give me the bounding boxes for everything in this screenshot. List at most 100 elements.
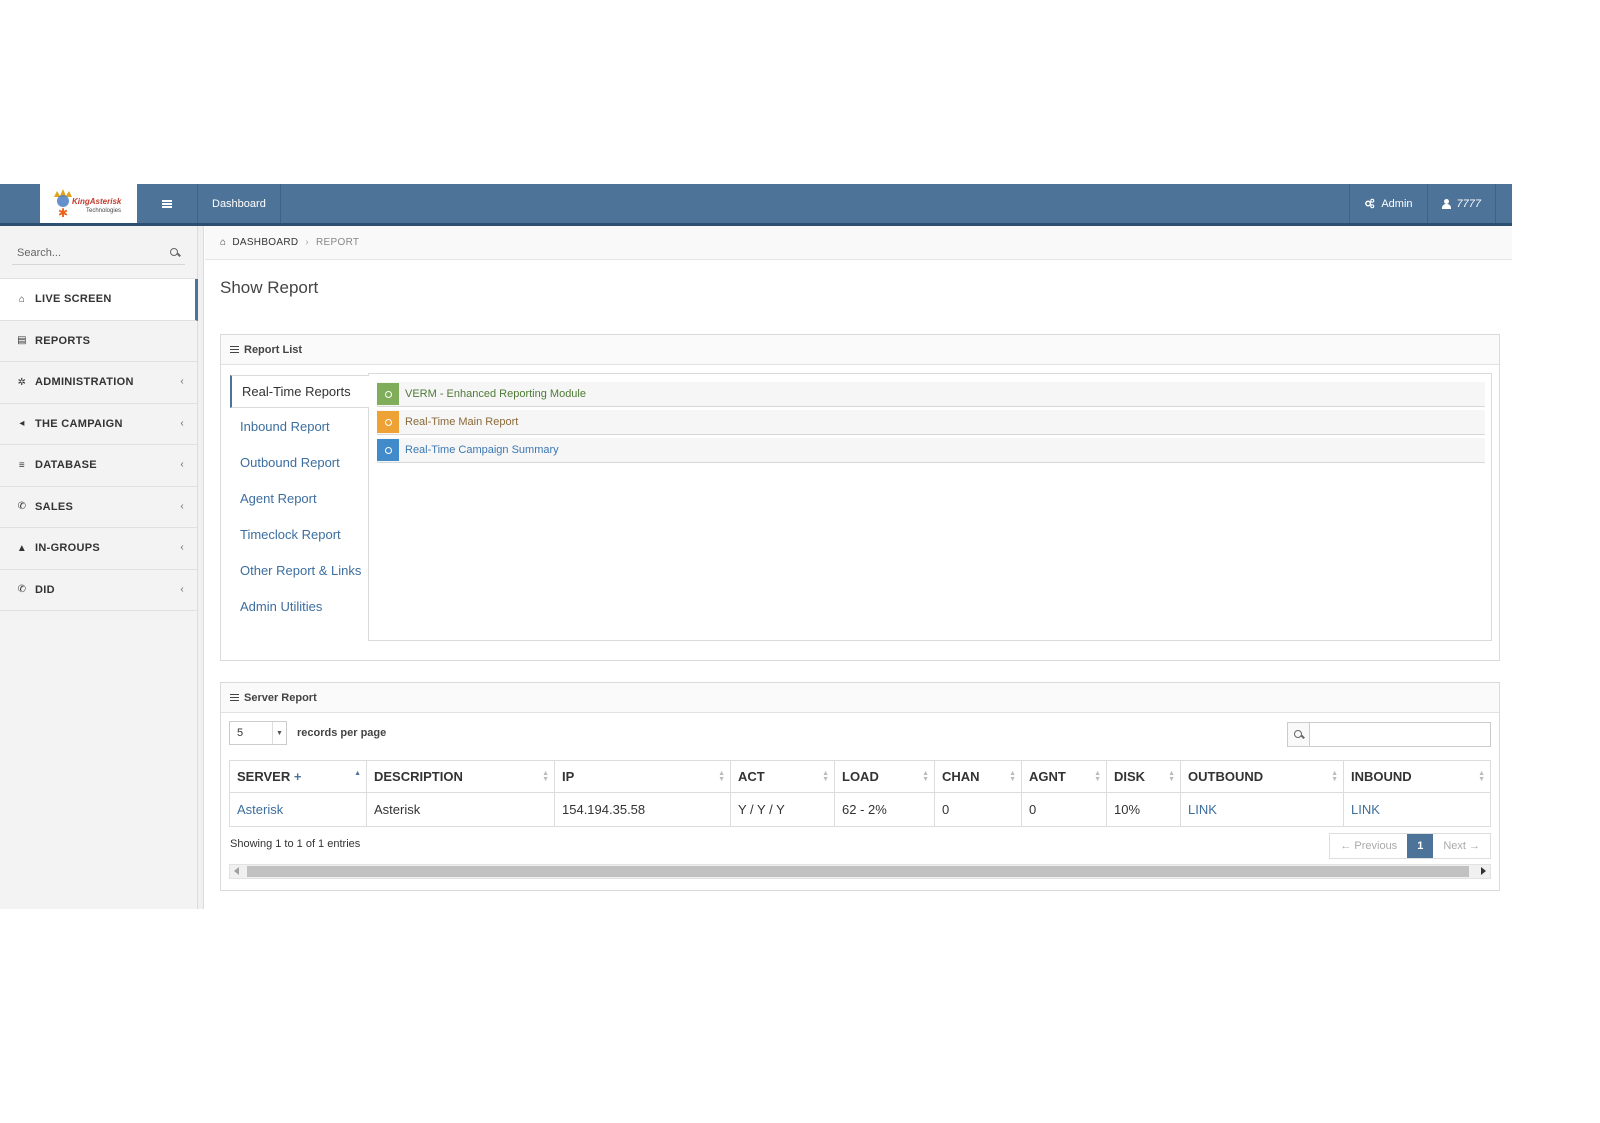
sidebar-item-label: IN-GROUPS <box>35 542 101 555</box>
scroll-right-icon[interactable] <box>1481 867 1486 875</box>
table-search-input[interactable] <box>1310 723 1490 746</box>
user-label: 7777 <box>1456 197 1481 210</box>
report-link-campaign-summary[interactable]: Real-Time Campaign Summary <box>377 438 1485 463</box>
svg-text:✱: ✱ <box>57 206 67 220</box>
scrollbar-thumb[interactable] <box>247 866 1469 877</box>
bullhorn-icon: ◂ <box>19 418 25 430</box>
server-report-title: Server Report <box>244 691 317 704</box>
tab-agent-report[interactable]: Agent Report <box>230 480 368 516</box>
list-icon <box>230 694 239 701</box>
column-header-outbound[interactable]: OUTBOUND ▲ ▼ <box>1180 760 1344 793</box>
home-icon: ⌂ <box>18 293 26 305</box>
admin-menu[interactable]: Admin <box>1349 184 1426 223</box>
tab-inbound-report[interactable]: Inbound Report <box>230 408 368 444</box>
breadcrumb-current: REPORT <box>316 237 360 248</box>
sort-asc-icon: ▲ <box>354 770 361 777</box>
page-title: Show Report <box>220 278 319 297</box>
report-link-verm[interactable]: VERM - Enhanced Reporting Module <box>377 382 1485 407</box>
cell-ip: 154.194.35.58 <box>554 792 731 827</box>
server-link[interactable]: Asterisk <box>237 802 283 817</box>
sidebar-item-database[interactable]: ≡ DATABASE ‹ <box>0 445 198 487</box>
report-links-list: VERM - Enhanced Reporting Module Real-Ti… <box>377 382 1485 466</box>
column-header-agnt[interactable]: AGNT ▲ ▼ <box>1021 760 1107 793</box>
table-row: Asterisk Asterisk 154.194.35.58 Y / Y / … <box>229 792 1491 827</box>
sidebar-resize-handle[interactable] <box>198 226 204 909</box>
horizontal-scrollbar[interactable] <box>229 864 1491 879</box>
outbound-link[interactable]: LINK <box>1188 802 1217 817</box>
sidebar-search <box>12 242 185 265</box>
phone-icon: ✆ <box>17 584 27 596</box>
nav-right: Admin 7777 <box>1349 184 1496 223</box>
cell-disk: 10% <box>1106 792 1181 827</box>
column-header-act[interactable]: ACT ▲ ▼ <box>730 760 835 793</box>
column-header-description[interactable]: DESCRIPTION ▲ ▼ <box>366 760 555 793</box>
chevron-left-icon: ‹ <box>180 376 184 387</box>
search-icon <box>1293 729 1304 740</box>
sidebar-search-input[interactable] <box>12 247 170 259</box>
sidebar-menu: ⌂ LIVE SCREEN ▤ REPORTS ✲ ADMINISTRATION… <box>0 278 198 611</box>
database-icon: ≡ <box>18 459 26 471</box>
previous-page-button[interactable]: ← Previous <box>1330 834 1407 858</box>
list-icon <box>230 346 239 353</box>
sort-icon: ▲ ▼ <box>542 770 549 783</box>
tab-other-report-links[interactable]: Other Report & Links <box>230 552 368 588</box>
sort-icon: ▲ ▼ <box>822 770 829 783</box>
table-header-row: SERVER + ▲ DESCRIPTION ▲ ▼ IP ▲ ▼ ACT ▲ ▼ LOAD ▲… <box>229 760 1491 793</box>
column-label: LOAD <box>842 769 879 784</box>
sort-icon: ▲ ▼ <box>718 770 725 783</box>
tab-timeclock-report[interactable]: Timeclock Report <box>230 516 368 552</box>
report-link-label: Real-Time Main Report <box>405 416 519 428</box>
logo[interactable]: ✱ KingAsterisk Technologies <box>40 184 137 223</box>
cell-load: 62 - 2% <box>834 792 935 827</box>
column-header-server[interactable]: SERVER + ▲ <box>229 760 367 793</box>
report-link-label: Real-Time Campaign Summary <box>405 444 559 456</box>
column-header-disk[interactable]: DISK ▲ ▼ <box>1106 760 1181 793</box>
sidebar-item-label: SALES <box>35 500 74 513</box>
sidebar-item-sales[interactable]: ✆ SALES ‹ <box>0 487 198 528</box>
report-list-header: Report List <box>221 335 1499 365</box>
sidebar-item-administration[interactable]: ✲ ADMINISTRATION ‹ <box>0 362 198 404</box>
scroll-left-icon[interactable] <box>234 867 239 875</box>
caret-down-icon: ▼ <box>272 722 286 744</box>
sidebar-item-label: DATABASE <box>35 459 97 472</box>
search-icon[interactable] <box>170 248 180 258</box>
search-button[interactable] <box>1288 723 1310 746</box>
breadcrumb-separator: › <box>305 237 310 248</box>
column-header-load[interactable]: LOAD ▲ ▼ <box>834 760 935 793</box>
sidebar-item-reports[interactable]: ▤ REPORTS <box>0 321 198 362</box>
logo-subtext: Technologies <box>86 208 121 214</box>
chevron-left-icon: ‹ <box>180 417 184 429</box>
page-size-select[interactable]: 5 ▼ <box>229 721 287 745</box>
circle-icon <box>377 439 399 461</box>
tab-admin-utilities[interactable]: Admin Utilities <box>230 588 368 624</box>
column-header-ip[interactable]: IP ▲ ▼ <box>554 760 731 793</box>
next-page-button[interactable]: Next → <box>1433 834 1490 858</box>
page-1-button[interactable]: 1 <box>1407 834 1434 858</box>
sidebar-item-label: LIVE SCREEN <box>35 293 112 306</box>
pagination: ← Previous 1 Next → <box>1329 833 1491 859</box>
report-link-real-time-main[interactable]: Real-Time Main Report <box>377 410 1485 435</box>
tab-real-time-reports[interactable]: Real-Time Reports <box>230 375 369 408</box>
sidebar-item-live-screen[interactable]: ⌂ LIVE SCREEN <box>0 279 198 321</box>
sort-icon: ▲ ▼ <box>1009 770 1016 783</box>
column-header-inbound[interactable]: INBOUND ▲ ▼ <box>1343 760 1491 793</box>
cell-server[interactable]: Asterisk <box>229 792 367 827</box>
server-table: SERVER + ▲ DESCRIPTION ▲ ▼ IP ▲ ▼ ACT ▲ ▼ LOAD ▲… <box>229 760 1491 827</box>
sidebar-item-the-campaign[interactable]: ◂ THE CAMPAIGN ‹ <box>0 404 198 445</box>
records-per-page: 5 ▼ records per page <box>229 721 386 745</box>
breadcrumb-dashboard-link[interactable]: DASHBOARD <box>232 237 298 248</box>
inbound-link[interactable]: LINK <box>1351 802 1380 817</box>
cell-description: Asterisk <box>366 792 555 827</box>
sidebar-item-did[interactable]: ✆ DID ‹ <box>0 570 198 611</box>
column-header-chan[interactable]: CHAN ▲ ▼ <box>934 760 1022 793</box>
tab-content: VERM - Enhanced Reporting Module Real-Ti… <box>368 373 1492 641</box>
sidebar-item-label: REPORTS <box>35 334 91 347</box>
sidebar-toggle-button[interactable] <box>137 184 197 223</box>
sidebar-item-in-groups[interactable]: ▲ IN-GROUPS ‹ <box>0 528 198 570</box>
sidebar-item-label: ADMINISTRATION <box>35 376 134 389</box>
admin-label: Admin <box>1381 197 1413 210</box>
nav-dashboard-link[interactable]: Dashboard <box>197 184 281 223</box>
sort-icon: ▲ ▼ <box>1168 770 1175 783</box>
user-menu[interactable]: 7777 <box>1426 184 1496 223</box>
tab-outbound-report[interactable]: Outbound Report <box>230 444 368 480</box>
